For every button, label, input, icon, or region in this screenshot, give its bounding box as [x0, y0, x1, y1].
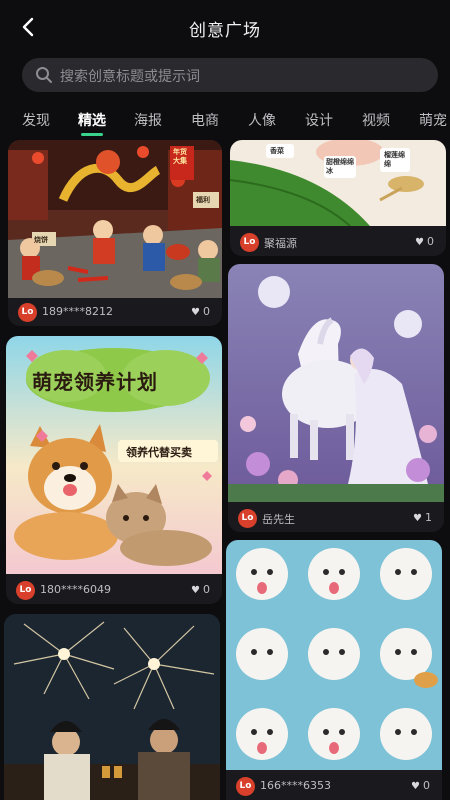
- avatar[interactable]: Lo: [16, 581, 35, 600]
- search-input[interactable]: 搜索创意标题或提示词: [22, 58, 438, 92]
- sign-new-year-market: 年货大集: [173, 148, 187, 165]
- active-tab-underline: [81, 133, 103, 136]
- creation-card[interactable]: Lo 岳先生 ♥ 1: [228, 264, 444, 532]
- heart-icon: ♥: [415, 237, 424, 248]
- like-count[interactable]: ♥ 0: [415, 235, 434, 248]
- tab-discover[interactable]: 发现: [22, 110, 50, 130]
- card-image-poodle-grid[interactable]: [226, 540, 442, 770]
- avatar[interactable]: Lo: [18, 303, 37, 322]
- tab-portrait[interactable]: 人像: [248, 110, 276, 130]
- username: 189****8212: [42, 305, 113, 318]
- avatar[interactable]: Lo: [238, 509, 257, 528]
- card-meta: Lo 聚福源 ♥ 0: [230, 226, 446, 256]
- like-count[interactable]: ♥ 0: [191, 305, 210, 318]
- heart-icon: ♥: [411, 781, 420, 792]
- avatar[interactable]: Lo: [236, 777, 255, 796]
- card-image-pet-adoption[interactable]: 萌宠领养计划 领养代替买卖: [6, 336, 222, 574]
- search-icon: [34, 65, 54, 85]
- card-image-fireworks[interactable]: [4, 614, 220, 800]
- card-meta: Lo 189****8212 ♥ 0: [8, 296, 222, 326]
- search-placeholder: 搜索创意标题或提示词: [60, 69, 200, 85]
- heart-icon: ♥: [413, 513, 422, 524]
- tab-design[interactable]: 设计: [305, 110, 333, 130]
- creation-card[interactable]: 香菜 甜橙绵绵冰 榴莲绵绵 Lo 聚福源 ♥ 0: [230, 140, 446, 256]
- username: 岳先生: [262, 513, 295, 526]
- username: 聚福源: [264, 237, 297, 250]
- like-count[interactable]: ♥ 1: [413, 511, 432, 524]
- card-image-white-horse[interactable]: [228, 264, 444, 502]
- creation-card[interactable]: 年货大集 烧饼 福利 Lo 189****8212 ♥ 0: [8, 140, 222, 326]
- poster-headline: 萌宠领养计划: [32, 370, 158, 394]
- tab-video[interactable]: 视频: [362, 110, 390, 130]
- card-image-new-year-market[interactable]: 年货大集 烧饼 福利: [8, 140, 222, 298]
- card-meta: Lo 岳先生 ♥ 1: [228, 502, 444, 532]
- food-label-3: 榴莲绵绵: [384, 151, 405, 168]
- sign-fuli: 福利: [196, 196, 210, 204]
- like-count[interactable]: ♥ 0: [191, 583, 210, 596]
- header: 创意广场: [0, 0, 450, 56]
- tab-pets[interactable]: 萌宠: [419, 110, 447, 130]
- like-count[interactable]: ♥ 0: [411, 779, 430, 792]
- category-tabs: 发现 精选 海报 电商 人像 设计 视频 萌宠: [0, 104, 450, 140]
- card-meta: Lo 166****6353 ♥ 0: [226, 770, 442, 800]
- tab-ecommerce[interactable]: 电商: [191, 110, 219, 130]
- creation-card[interactable]: Lo 166****6353 ♥ 0: [226, 540, 442, 800]
- tab-poster[interactable]: 海报: [134, 110, 162, 130]
- heart-icon: ♥: [191, 585, 200, 596]
- username: 180****6049: [40, 583, 111, 596]
- page-title: 创意广场: [189, 21, 261, 41]
- username: 166****6353: [260, 779, 331, 792]
- food-label-2: 甜橙绵绵冰: [326, 158, 354, 175]
- food-label-1: 香菜: [270, 147, 284, 155]
- creation-card[interactable]: 萌宠领养计划 领养代替买卖 Lo 180****6049 ♥ 0: [6, 336, 222, 604]
- tab-featured[interactable]: 精选: [78, 110, 106, 136]
- heart-icon: ♥: [191, 307, 200, 318]
- avatar[interactable]: Lo: [240, 233, 259, 252]
- creation-card[interactable]: [4, 614, 220, 800]
- card-meta: Lo 180****6049 ♥ 0: [6, 574, 222, 604]
- card-image-food-leaves[interactable]: 香菜 甜橙绵绵冰 榴莲绵绵: [230, 140, 446, 226]
- poster-subline: 领养代替买卖: [126, 446, 192, 459]
- sign-shaobing: 烧饼: [34, 236, 48, 244]
